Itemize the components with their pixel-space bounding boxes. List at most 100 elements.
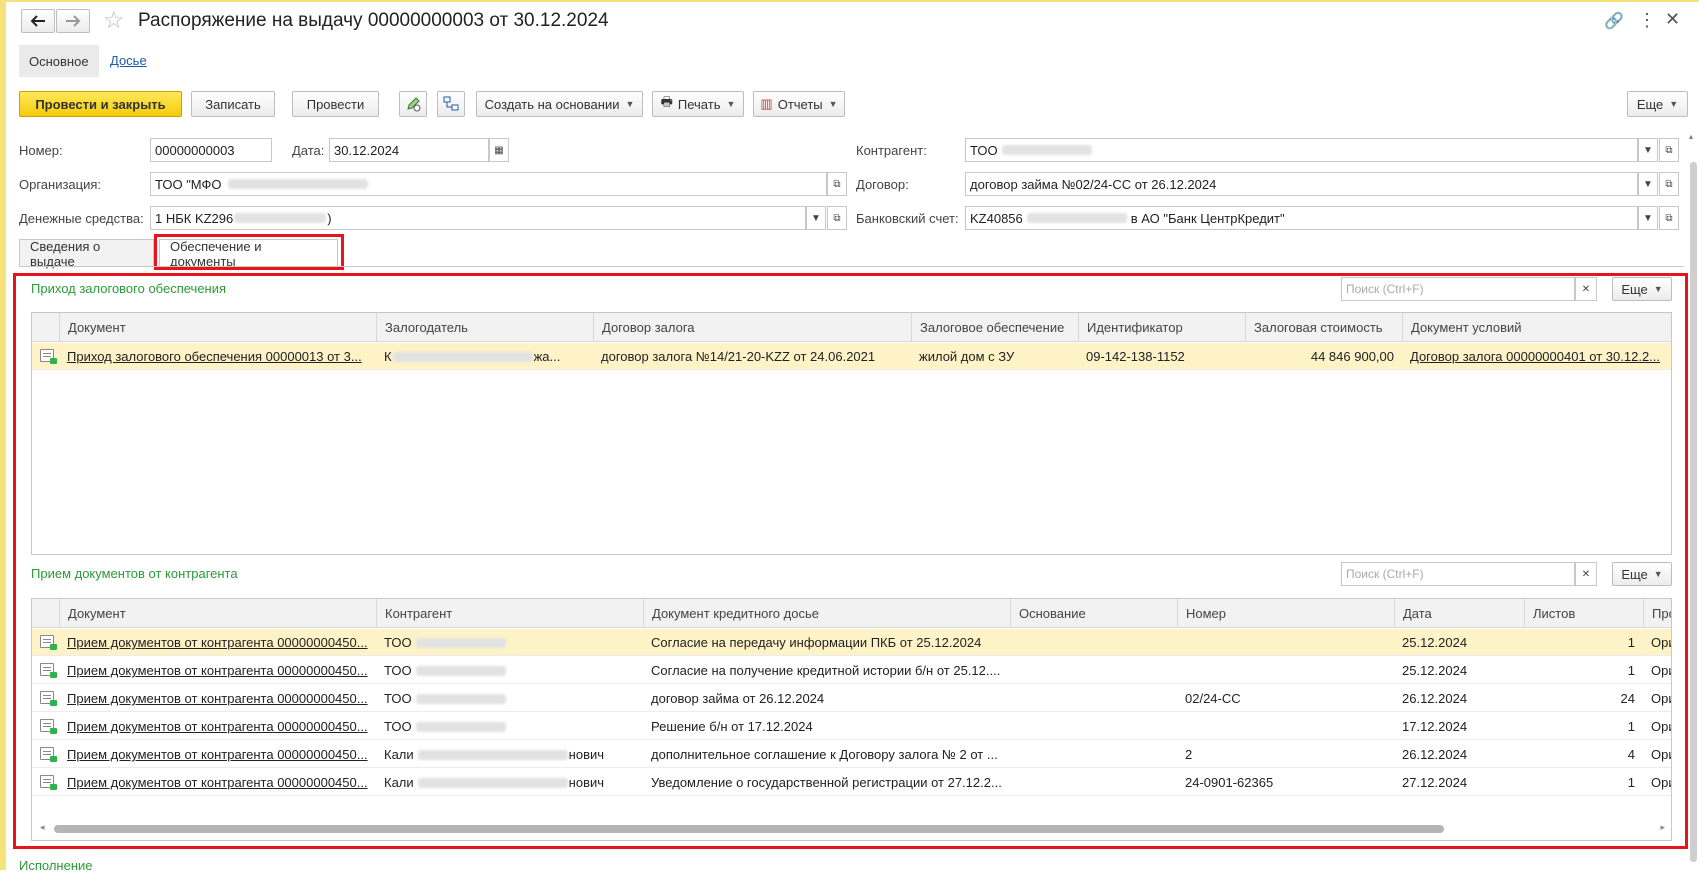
post-and-close-button[interactable]: Провести и закрыть (19, 91, 182, 117)
table-row[interactable]: Прием документов от контрагента 00000000… (32, 657, 1671, 684)
post-button[interactable]: Провести (292, 91, 379, 117)
dropdown-icon[interactable]: ▼ (1638, 206, 1658, 230)
dropdown-icon[interactable]: ▼ (1638, 138, 1658, 162)
row-document[interactable]: Прием документов от контрагента 00000000… (59, 685, 376, 712)
col-pledge-value[interactable]: Залоговая стоимость (1245, 313, 1402, 342)
tab-issue-info[interactable]: Сведения о выдаче (19, 239, 154, 269)
row-contractor: ТОО (376, 657, 643, 684)
document-icon (40, 691, 57, 706)
table-row[interactable]: Прием документов от контрагента 00000000… (32, 741, 1671, 768)
open-form-icon[interactable]: ⧉ (1659, 138, 1679, 162)
close-icon[interactable]: ✕ (1665, 9, 1680, 30)
col-sheets[interactable]: Листов (1524, 599, 1643, 628)
reports-button[interactable]: ▥ Отчеты ▼ (753, 91, 845, 117)
calendar-icon[interactable]: ▦ (489, 138, 509, 162)
col-identifier[interactable]: Идентификатор (1078, 313, 1245, 342)
horizontal-scrollbar[interactable]: ◂ ▸ (40, 822, 1665, 834)
row-document[interactable]: Прием документов от контрагента 00000000… (59, 713, 376, 740)
col-pledge-contract[interactable]: Договор залога (593, 313, 911, 342)
vertical-scrollbar[interactable]: ▴ (1689, 132, 1698, 870)
more-button[interactable]: Еще ▼ (1627, 91, 1688, 117)
chevron-down-icon: ▼ (1653, 569, 1663, 579)
dropdown-icon[interactable]: ▼ (806, 206, 826, 230)
pledge-more-button[interactable]: Еще ▼ (1612, 277, 1672, 301)
contractor-start: ТОО (384, 719, 412, 734)
docs-section-title: Прием документов от контрагента (31, 566, 238, 581)
bank-account-field[interactable]: KZ40856 в АО "Банк ЦентрКредит" (965, 206, 1638, 230)
row-terms-doc[interactable]: Договор залога 00000000401 от 30.12.2... (1402, 343, 1671, 370)
row-document[interactable]: Прием документов от контрагента 00000000… (59, 741, 376, 768)
contractor-label: Контрагент: (856, 143, 927, 158)
contractor-field[interactable]: ТОО (965, 138, 1638, 162)
clear-search-icon[interactable]: ✕ (1575, 562, 1597, 586)
open-form-icon[interactable]: ⧉ (827, 172, 847, 196)
contract-field[interactable]: договор займа №02/24-СС от 26.12.2024 (965, 172, 1638, 196)
scroll-left-icon[interactable]: ◂ (40, 822, 45, 833)
open-form-icon[interactable]: ⧉ (1659, 172, 1679, 196)
row-basis (1010, 685, 1177, 712)
open-form-icon[interactable]: ⧉ (1659, 206, 1679, 230)
col-date[interactable]: Дата (1394, 599, 1524, 628)
scroll-right-icon[interactable]: ▸ (1660, 822, 1665, 833)
save-button[interactable]: Записать (191, 91, 275, 117)
document-icon (40, 663, 57, 678)
tab-underline (19, 266, 1684, 267)
create-based-button[interactable]: Создать на основании ▼ (476, 91, 643, 117)
row-sheets: 24 (1620, 691, 1635, 706)
vertical-scroll-thumb[interactable] (1690, 162, 1697, 862)
table-row[interactable]: Прием документов от контрагента 00000000… (32, 769, 1671, 796)
structure-button[interactable] (437, 91, 465, 117)
contractor-start: ТОО (384, 663, 412, 678)
open-form-icon[interactable]: ⧉ (827, 206, 847, 230)
print-button[interactable]: 🖶 Печать ▼ (652, 91, 744, 117)
col-terms-doc[interactable]: Документ условий (1402, 313, 1671, 342)
col-dossier-doc[interactable]: Документ кредитного досье (643, 599, 1010, 628)
table-row[interactable]: Приход залогового обеспечения 00000013 о… (32, 343, 1671, 370)
pledge-search-input[interactable]: Поиск (Ctrl+F) (1341, 277, 1575, 301)
row-document[interactable]: Прием документов от контрагента 00000000… (59, 629, 376, 656)
clear-search-icon[interactable]: ✕ (1575, 277, 1597, 301)
col-contractor[interactable]: Контрагент (376, 599, 643, 628)
row-document[interactable]: Прием документов от контрагента 00000000… (59, 769, 376, 796)
scroll-up-icon[interactable]: ▴ (1689, 132, 1693, 141)
forward-button[interactable] (56, 9, 90, 33)
docs-search-input[interactable]: Поиск (Ctrl+F) (1341, 562, 1575, 586)
row-pro: Ори (1651, 719, 1671, 734)
docs-more-button[interactable]: Еще ▼ (1612, 562, 1672, 586)
contractor-start: Кали (384, 747, 414, 762)
row-document[interactable]: Приход залогового обеспечения 00000013 о… (59, 343, 376, 370)
col-document[interactable]: Документ (59, 313, 376, 342)
back-button[interactable] (21, 9, 55, 33)
table-row[interactable]: Прием документов от контрагента 00000000… (32, 713, 1671, 740)
org-field[interactable]: ТОО "МФО (150, 172, 827, 196)
report-icon: ▥ (760, 96, 773, 111)
col-security[interactable]: Залоговое обеспечение (911, 313, 1078, 342)
row-dossier-doc: договор займа от 26.12.2024 (651, 691, 825, 706)
chevron-down-icon: ▼ (1669, 99, 1679, 109)
row-document[interactable]: Прием документов от контрагента 00000000… (59, 657, 376, 684)
dropdown-icon[interactable]: ▼ (1638, 172, 1658, 196)
bank-value: KZ40856 (970, 210, 1023, 226)
nav-tab-main[interactable]: Основное (19, 45, 99, 77)
col-number[interactable]: Номер (1177, 599, 1394, 628)
col-document[interactable]: Документ (59, 599, 376, 628)
number-field[interactable]: 00000000003 (150, 138, 272, 162)
col-pro[interactable]: Про (1643, 599, 1671, 628)
chevron-down-icon: ▼ (726, 99, 736, 109)
row-basis (1010, 713, 1177, 740)
redacted (227, 179, 368, 189)
col-pledger[interactable]: Залогодатель (376, 313, 593, 342)
favorite-star-icon[interactable]: ☆ (103, 6, 125, 36)
table-row[interactable]: Прием документов от контрагента 00000000… (32, 685, 1671, 712)
link-icon[interactable]: 🔗 (1604, 11, 1624, 31)
more-vertical-icon[interactable]: ⋮ (1638, 10, 1656, 31)
edit-pencil-button[interactable] (399, 91, 427, 117)
col-basis[interactable]: Основание (1010, 599, 1177, 628)
scroll-thumb[interactable] (54, 825, 1444, 833)
document-icon (40, 747, 57, 762)
table-row[interactable]: Прием документов от контрагента 00000000… (32, 629, 1671, 656)
nav-tab-dossier[interactable]: Досье (110, 53, 147, 68)
money-field[interactable]: 1 НБК KZ296) (150, 206, 806, 230)
printer-icon: 🖶 (660, 94, 673, 109)
date-field[interactable]: 30.12.2024 (329, 138, 489, 162)
